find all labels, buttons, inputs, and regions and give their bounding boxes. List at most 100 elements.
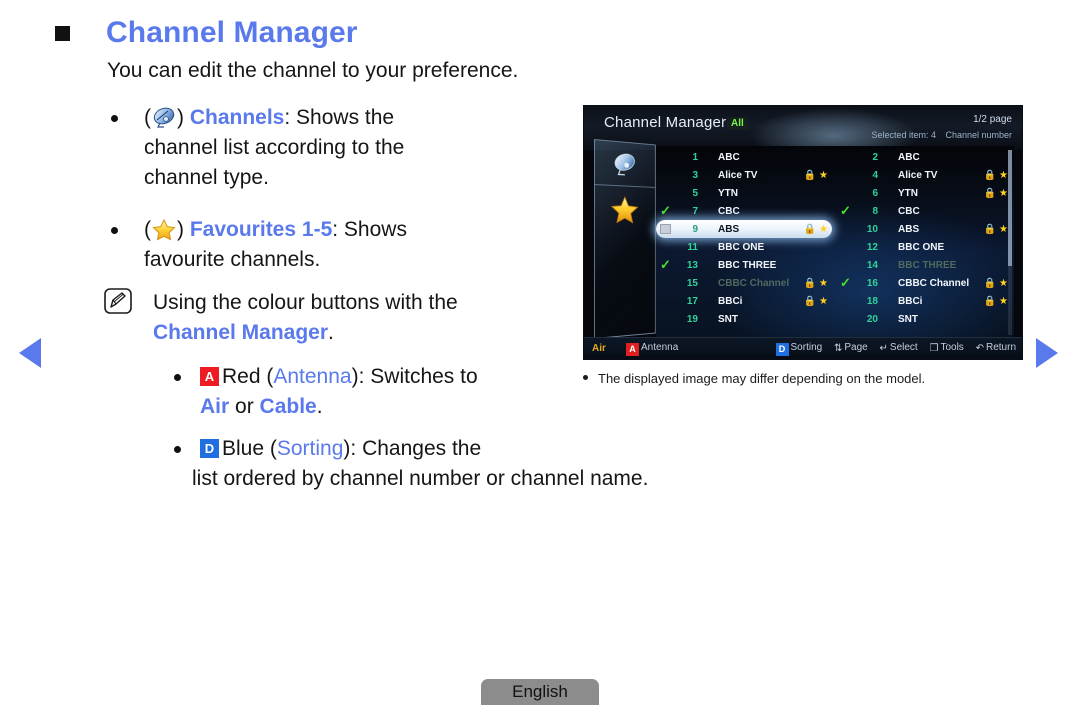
channel-row[interactable]: 4 Alice TV 🔒 ★: [836, 166, 1012, 184]
channel-number: 12: [866, 241, 878, 253]
channel-number: 7: [692, 205, 698, 217]
channel-row[interactable]: 10 ABS 🔒 ★: [836, 220, 1012, 238]
checkbox-empty[interactable]: [656, 184, 676, 202]
lock-icon: 🔒: [983, 295, 997, 307]
footer-sorting-action[interactable]: D Sorting: [775, 342, 822, 356]
footer-select-action[interactable]: ↵ Select: [880, 342, 918, 354]
footer-tools-label: Tools: [940, 342, 964, 353]
channel-name: CBBC Channel: [898, 277, 970, 289]
page-subtitle: You can edit the channel to your prefere…: [107, 59, 519, 82]
channel-number: 17: [686, 295, 698, 307]
channel-number: 6: [872, 187, 878, 199]
channel-name: BBC ONE: [718, 241, 765, 253]
checkbox-empty[interactable]: [836, 292, 856, 310]
channel-row[interactable]: 17 BBCi 🔒 ★: [656, 292, 832, 310]
channel-row[interactable]: 12 BBC ONE: [836, 238, 1012, 256]
channel-row[interactable]: 6 YTN 🔒 ★: [836, 184, 1012, 202]
channel-row[interactable]: 18 BBCi 🔒 ★: [836, 292, 1012, 310]
tv-channel-manager-screenshot: Channel Manager I All 1/2 page Selected …: [583, 105, 1023, 360]
lock-icon: 🔒: [983, 169, 997, 181]
vertical-scrollbar[interactable]: [1008, 150, 1012, 335]
check-mark-icon[interactable]: ✓: [836, 202, 856, 220]
key-cap-a-red-icon[interactable]: A: [200, 367, 219, 386]
channel-row[interactable]: ✓ 7 CBC: [656, 202, 832, 220]
check-mark-icon[interactable]: ✓: [836, 274, 856, 292]
scrollbar-thumb[interactable]: [1008, 150, 1012, 266]
checkbox-empty[interactable]: [836, 148, 856, 166]
checkbox-empty[interactable]: [836, 220, 856, 238]
checkbox-empty[interactable]: [836, 256, 856, 274]
channel-row[interactable]: ✓ 16 CBBC Channel 🔒 ★: [836, 274, 1012, 292]
channel-row[interactable]: ✓ 8 CBC: [836, 202, 1012, 220]
checkbox-empty[interactable]: [656, 310, 676, 328]
checkbox-empty[interactable]: [656, 238, 676, 256]
check-mark-icon[interactable]: ✓: [656, 202, 676, 220]
red-antenna-post: ): Switches to: [351, 365, 478, 388]
note-item-blue-sorting: D Blue (Sorting): Changes the list ordere…: [170, 434, 810, 494]
star-icon: ★: [999, 187, 1008, 199]
channel-name: CBC: [898, 205, 920, 217]
channel-row[interactable]: 5 YTN: [656, 184, 832, 202]
paren-open: (: [144, 106, 151, 129]
checkbox-empty[interactable]: [836, 238, 856, 256]
channel-name: YTN: [718, 187, 738, 199]
channel-name: BBC ONE: [898, 241, 945, 253]
channel-name: BBC THREE: [718, 259, 777, 271]
air-cable-post: .: [316, 395, 323, 418]
caption-text: The displayed image may differ depending…: [598, 371, 926, 386]
satellite-dish-icon[interactable]: [611, 150, 638, 177]
list-bullet-dot: [174, 446, 181, 453]
tools-icon: ❐: [929, 343, 939, 354]
channel-column-right: 2 ABC 4 Alice TV 🔒 ★ 6 YTN 🔒 ★ ✓ 8 CBC 10 ABS 🔒 ★ 12 BBC O…: [836, 148, 1012, 328]
link-antenna: Antenna: [273, 365, 352, 388]
note-block: Using the colour buttons with the Channe…: [104, 288, 584, 348]
channel-name: Alice TV: [898, 169, 938, 181]
check-mark-icon[interactable]: ✓: [656, 256, 676, 274]
star-icon[interactable]: [610, 195, 639, 225]
channel-row[interactable]: 2 ABC: [836, 148, 1012, 166]
checkbox-empty[interactable]: [656, 292, 676, 310]
footer-page-action[interactable]: ⇅ Page: [834, 342, 868, 354]
checkbox-empty[interactable]: [836, 166, 856, 184]
checkbox-empty[interactable]: [656, 166, 676, 184]
triangle-right-icon[interactable]: [1036, 338, 1058, 368]
channel-number: 9: [692, 223, 698, 235]
tv-caption: The displayed image may differ depending…: [583, 371, 1023, 386]
checkbox-icon: [660, 224, 671, 234]
star-icon: ★: [999, 295, 1008, 307]
language-button[interactable]: English: [481, 679, 599, 705]
checkbox-empty[interactable]: [656, 274, 676, 292]
checkbox-empty[interactable]: [836, 184, 856, 202]
channel-row[interactable]: 1 ABC: [656, 148, 832, 166]
return-arrow-icon: ↶: [975, 343, 984, 354]
channel-row[interactable]: 14 BBC THREE: [836, 256, 1012, 274]
checkbox-icon[interactable]: [656, 220, 676, 238]
list-bullet-dot: [111, 115, 118, 122]
channel-row[interactable]: 9 ABS 🔒 ★: [656, 220, 832, 238]
channel-row[interactable]: 19 SNT: [656, 310, 832, 328]
footer-antenna-action[interactable]: A Antenna: [626, 342, 678, 356]
channel-row[interactable]: 15 CBBC Channel 🔒 ★: [656, 274, 832, 292]
triangle-left-icon[interactable]: [19, 338, 41, 368]
channel-number: 20: [866, 313, 878, 325]
channel-number: 3: [692, 169, 698, 181]
check-mark-icon: ✓: [660, 257, 671, 272]
checkbox-empty[interactable]: [656, 148, 676, 166]
tv-filter-badge[interactable]: All: [727, 117, 748, 130]
channel-row[interactable]: ✓ 13 BBC THREE: [656, 256, 832, 274]
tv-page-indicator: 1/2 page: [973, 114, 1012, 125]
footer-tools-action[interactable]: ❐ Tools: [929, 342, 964, 354]
channel-number: 13: [686, 259, 698, 271]
checkbox-empty[interactable]: [836, 310, 856, 328]
channel-row-icons: 🔒 ★: [798, 278, 832, 289]
footer-return-action[interactable]: ↶ Return: [975, 342, 1016, 354]
star-icon: ★: [999, 223, 1008, 235]
key-cap-d-blue-icon[interactable]: D: [200, 439, 219, 458]
channel-row[interactable]: 20 SNT: [836, 310, 1012, 328]
channel-row[interactable]: 3 Alice TV 🔒 ★: [656, 166, 832, 184]
channel-name: BBCi: [898, 295, 923, 307]
channels-desc-line1: Shows the: [290, 106, 395, 129]
channel-name: CBC: [718, 205, 740, 217]
note-link-channel-manager: Channel Manager: [153, 321, 329, 344]
channel-row[interactable]: 11 BBC ONE: [656, 238, 832, 256]
